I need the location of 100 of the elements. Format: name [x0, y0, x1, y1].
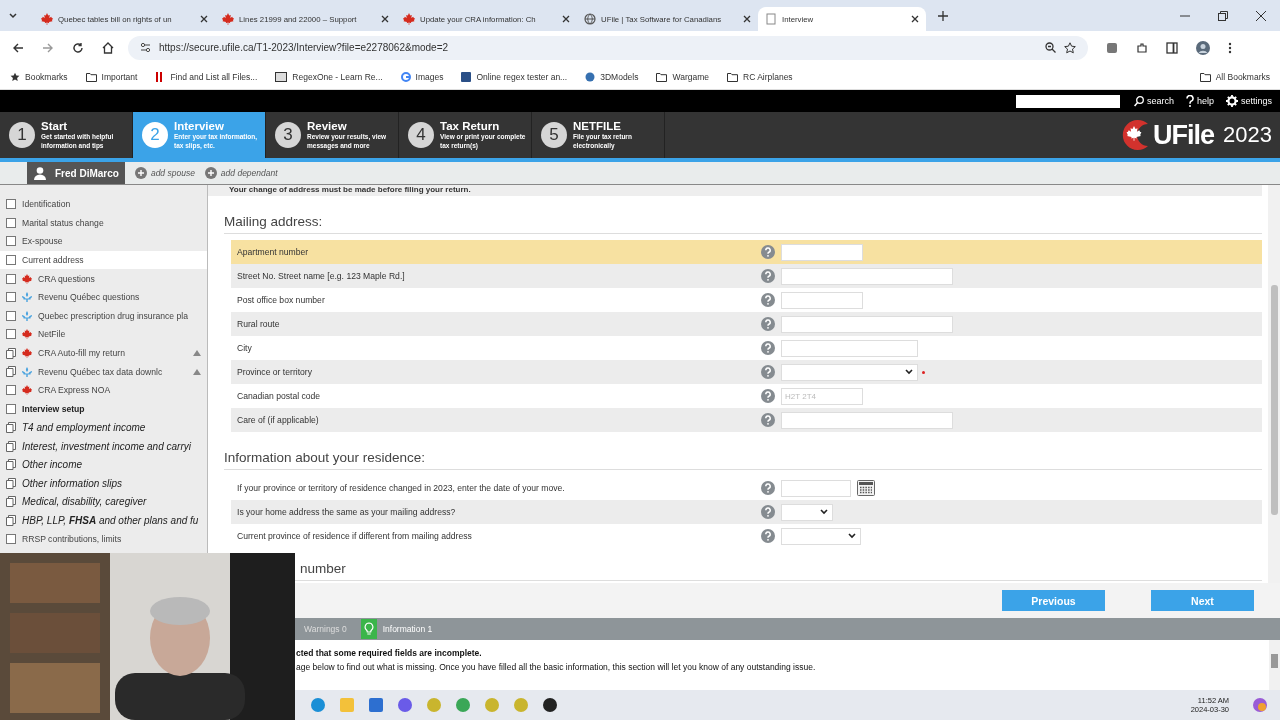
maple-leaf-icon [22, 329, 32, 340]
sidebar-item[interactable]: Other income [0, 455, 207, 474]
sidebar-item[interactable]: Medical, disability, caregiver [0, 492, 207, 512]
bookmark[interactable]: Find and List all Files... [155, 71, 258, 82]
sidebar-item[interactable]: Interview setup [0, 399, 207, 419]
bookmark[interactable]: Important [85, 71, 138, 82]
sidebar-item[interactable]: Identification [0, 195, 207, 214]
close-icon[interactable] [381, 15, 389, 23]
text-field[interactable] [781, 243, 863, 261]
text-field[interactable]: H2T 2T4 [781, 387, 863, 405]
sidebar-item[interactable]: CRA Express NOA [0, 380, 207, 400]
bookmark-star-icon[interactable] [1064, 41, 1076, 54]
sidebar-item[interactable]: T4 and employment income [0, 418, 207, 437]
sidebar-item[interactable]: Revenu Québec tax data downlc [0, 362, 207, 381]
help-icon[interactable] [761, 293, 775, 307]
puzzle-icon[interactable] [1136, 41, 1148, 54]
scrollbar[interactable] [1269, 640, 1280, 690]
checkbox-icon [6, 403, 16, 414]
close-icon[interactable] [562, 15, 570, 23]
bookmark[interactable]: RegexOne - Learn Re... [275, 71, 383, 82]
calendar-icon[interactable] [857, 480, 875, 496]
sidebar-item[interactable]: HBP, LLP, FHSA and other plans and fu [0, 511, 207, 530]
header-link[interactable]: settings [1225, 95, 1272, 107]
add-person-link[interactable]: add dependant [204, 167, 278, 179]
text-field[interactable] [781, 315, 953, 333]
copilot-icon[interactable] [1252, 697, 1268, 713]
header-link[interactable]: help [1185, 95, 1214, 107]
form-row[interactable]: Rural route [231, 312, 1262, 336]
dropdown[interactable] [781, 503, 833, 521]
back-icon[interactable] [12, 41, 24, 54]
collapse-icon[interactable] [193, 368, 201, 375]
zoom-icon[interactable] [1045, 42, 1056, 53]
sidebar-item[interactable]: Quebec prescription drug insurance pla [0, 306, 207, 326]
bookmark[interactable]: Wargame [656, 71, 709, 82]
pages-icon [6, 421, 16, 433]
bookmark[interactable]: Online regex tester an... [461, 71, 568, 82]
header-link[interactable]: search [1133, 95, 1174, 107]
new-tab-icon[interactable] [938, 10, 948, 21]
extension-icon[interactable] [1106, 41, 1118, 54]
menu-icon[interactable] [1228, 41, 1232, 54]
form-row[interactable]: Current province of residence if different from mailing address [231, 524, 1262, 548]
text-field[interactable] [781, 291, 863, 309]
sidebar-item[interactable]: NetFile [0, 325, 207, 344]
close-icon[interactable] [200, 15, 208, 23]
taxpayer-tab[interactable]: Fred DiMarco [27, 162, 125, 184]
collapse-icon[interactable] [193, 350, 201, 357]
form-row[interactable]: City [231, 336, 1262, 360]
bookmark[interactable]: RC Airplanes [727, 71, 793, 82]
help-icon[interactable] [761, 529, 775, 543]
form-row[interactable]: Street No. Street name [e.g. 123 Maple Rd.] [231, 264, 1262, 288]
sidebar-item[interactable]: CRA Auto-fill my return [0, 343, 207, 363]
help-icon[interactable] [761, 341, 775, 355]
search-field[interactable] [1015, 94, 1120, 108]
sidebar-item[interactable]: CRA questions [0, 269, 207, 288]
date-field[interactable] [781, 479, 851, 497]
sidebar-item[interactable]: Ex-spouse [0, 232, 207, 251]
form-row[interactable]: Care of (if applicable) [231, 408, 1262, 432]
help-icon[interactable] [761, 269, 775, 283]
field-label: Apartment number [237, 247, 310, 257]
add-person-link[interactable]: add spouse [134, 167, 195, 179]
forward-icon[interactable] [42, 41, 54, 54]
sidebar-item[interactable]: RRSP contributions, limits [0, 529, 207, 549]
close-icon[interactable] [1256, 10, 1266, 21]
help-icon[interactable] [761, 413, 775, 427]
form-row[interactable]: Province or territory [231, 360, 1262, 384]
sidebar-item[interactable]: Interest, investment income and carryi [0, 436, 207, 456]
scrollbar[interactable] [1268, 185, 1280, 583]
sidebar-item[interactable]: Marital status change [0, 213, 207, 233]
help-icon[interactable] [761, 481, 775, 495]
profile-avatar-icon[interactable] [1196, 40, 1210, 55]
home-icon[interactable] [102, 41, 114, 54]
reload-icon[interactable] [72, 41, 84, 54]
form-row[interactable]: If your province or territory of residence changed in 2023, enter the date of your move. [231, 476, 1262, 500]
restore-icon[interactable] [1218, 10, 1228, 21]
address-bar[interactable]: https://secure.ufile.ca/T1-2023/Interview?file=e2278062&mode=2 [128, 35, 1088, 60]
side-panel-icon[interactable] [1166, 41, 1178, 54]
bookmark[interactable]: Bookmarks [10, 71, 68, 82]
help-icon[interactable] [761, 389, 775, 403]
bookmark[interactable]: Images [400, 71, 444, 82]
site-info-icon[interactable] [140, 42, 151, 53]
text-field[interactable] [781, 267, 953, 285]
app-icon[interactable] [542, 697, 558, 713]
help-icon[interactable] [761, 245, 775, 259]
form-row[interactable]: Is your home address the same as your mailing address? [231, 500, 1262, 524]
text-field[interactable] [781, 339, 918, 357]
close-icon[interactable] [743, 15, 751, 23]
bookmark-folder[interactable]: All Bookmarks [1199, 71, 1270, 82]
form-row[interactable]: Apartment number [231, 240, 1262, 264]
sidebar-item[interactable]: Revenu Québec questions [0, 287, 207, 307]
text-field[interactable] [781, 411, 953, 429]
sidebar-item[interactable]: Current address [0, 250, 207, 270]
help-icon[interactable] [761, 505, 775, 519]
sidebar-item[interactable]: Other information slips [0, 473, 207, 493]
help-icon[interactable] [761, 317, 775, 331]
help-icon[interactable] [761, 365, 775, 379]
bookmark[interactable]: 3DModels [585, 71, 639, 82]
close-icon[interactable] [911, 15, 919, 23]
plus-icon [134, 167, 147, 179]
form-row[interactable]: Post office box number [231, 288, 1262, 312]
form-row[interactable]: Canadian postal code H2T 2T4 [231, 384, 1262, 408]
